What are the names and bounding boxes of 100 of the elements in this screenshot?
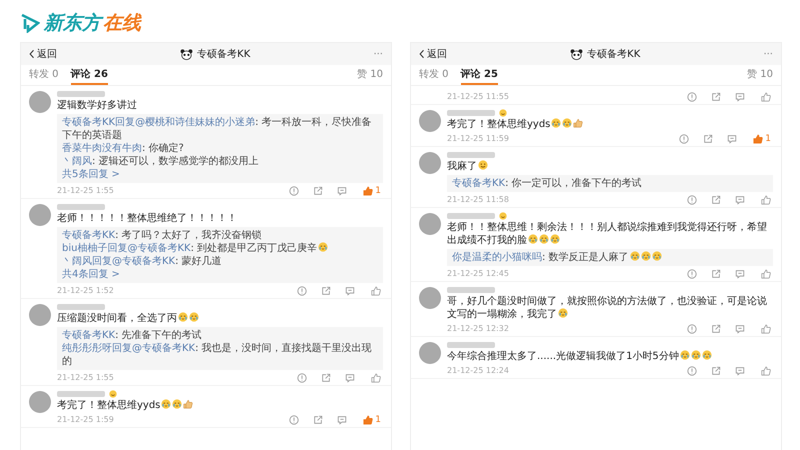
crying-face-icon [630, 251, 640, 261]
avatar [419, 287, 441, 309]
crying-face-icon [558, 308, 568, 318]
comment-icon[interactable] [345, 372, 355, 382]
smile-face-icon [478, 160, 488, 170]
avatar [419, 213, 441, 235]
comment-text: 老师！！！！！整体思维绝了！！！！！ [57, 212, 238, 225]
logo-text: 新东方 [44, 10, 101, 36]
share-icon[interactable] [711, 324, 721, 334]
thumbs-up-icon [573, 118, 584, 128]
share-icon[interactable] [711, 92, 721, 102]
comment-text: 哥，好几个题没时间做了，就按照你说的方法做了，也没验证，可是论说文写的一塌糊涂，我完了 [447, 295, 768, 321]
logo-icon [20, 13, 40, 33]
avatar [29, 91, 51, 113]
back-button[interactable]: 返回 [29, 47, 57, 61]
crying-face-icon [528, 234, 538, 244]
reply-text: 香菜牛肉没有牛肉: 你确定? [62, 142, 185, 155]
comment-text: 逻辑数学好多讲过 [57, 99, 138, 112]
more-button[interactable]: ··· [763, 48, 773, 60]
tab[interactable]: 转发 0 [29, 65, 59, 85]
report-icon[interactable] [297, 372, 307, 382]
comment-icon[interactable] [735, 324, 745, 334]
crying-face-icon [161, 399, 172, 409]
avatar [29, 204, 51, 226]
comment-time: 21-12-25 11:58 [447, 195, 509, 204]
reply-author-link[interactable]: 你是温柔的小猫咪吗 [452, 252, 542, 263]
comment-time: 21-12-25 1:55 [57, 373, 114, 382]
blurred-username [57, 91, 105, 97]
tab[interactable]: 评论 26 [70, 65, 108, 85]
report-icon[interactable] [289, 414, 300, 424]
page-title: 专硕备考KK [197, 48, 250, 61]
reply-author-link[interactable]: 纯彤彤彤呀回复@专硕备考KK [62, 343, 196, 354]
comment-text: 考完了！整体思维yyds [57, 399, 383, 412]
reply-author-link[interactable]: 丶阔风 [62, 156, 92, 167]
share-icon[interactable] [313, 414, 324, 424]
chevron-left-icon [419, 49, 425, 59]
comment-time: 21-12-25 12:45 [447, 269, 509, 278]
reply-text: 纯彤彤彤呀回复@专硕备考KK: 我也是，没时间，直接找题干里没出现的 [62, 342, 373, 368]
share-icon[interactable] [321, 372, 331, 382]
report-icon[interactable] [687, 92, 697, 102]
report-icon[interactable] [679, 134, 690, 144]
comment-icon[interactable] [337, 414, 348, 424]
share-icon[interactable] [711, 194, 721, 204]
crying-face-icon [550, 234, 560, 244]
comment-icon[interactable] [345, 286, 355, 296]
report-icon[interactable] [687, 268, 697, 278]
reply-author-link[interactable]: 丶阔风回复@专硕备考KK [62, 256, 176, 267]
report-icon[interactable] [687, 366, 697, 376]
reply-text: 专硕备考KK: 考了吗？太好了，我齐没奋钢锁 [62, 229, 263, 242]
like-button[interactable]: 1 [751, 132, 773, 146]
report-icon[interactable] [289, 186, 300, 196]
tab[interactable]: 赞 10 [357, 65, 383, 85]
comment-icon[interactable] [735, 194, 745, 204]
reply-author-link[interactable]: 专硕备考KK [62, 230, 116, 241]
crying-face-icon [172, 399, 182, 409]
reply-text: 你是温柔的小猫咪吗: 数学反正是人麻了 [452, 251, 768, 264]
avatar [29, 304, 51, 326]
reply-author-link[interactable]: 专硕备考KK [452, 178, 506, 189]
report-icon[interactable] [687, 194, 697, 204]
comment-icon[interactable] [727, 134, 738, 144]
share-icon[interactable] [313, 186, 324, 196]
comment-time: 21-12-25 11:59 [447, 134, 509, 143]
like-button[interactable]: 1 [361, 184, 383, 198]
reply-author-link[interactable]: 香菜牛肉没有牛肉 [62, 143, 142, 154]
panda-icon [180, 48, 194, 60]
tab[interactable]: 评论 25 [460, 65, 498, 85]
share-icon[interactable] [321, 286, 331, 296]
comment-text: 今年综合推理太多了......光做逻辑我做了1小时5分钟 [447, 350, 773, 363]
share-icon[interactable] [711, 268, 721, 278]
comment-icon[interactable] [735, 268, 745, 278]
reply-author-link[interactable]: 专硕备考KK [62, 330, 116, 341]
comment-icon[interactable] [735, 366, 745, 376]
avatar [419, 342, 441, 364]
more-replies-link[interactable]: 共4条回复 > [62, 269, 120, 280]
logo-text: 在线 [103, 11, 141, 36]
reply-text: 专硕备考KK: 你一定可以，准备下午的考试 [452, 177, 643, 190]
reply-author-link[interactable]: biu柚柚子回复@专硕备考KK [62, 243, 191, 254]
comment-icon[interactable] [735, 92, 745, 102]
share-icon[interactable] [711, 366, 721, 376]
like-button[interactable]: 1 [361, 412, 383, 426]
blurred-username [447, 342, 495, 348]
share-icon[interactable] [703, 134, 714, 144]
comment-text: 老师！！整体思维！剩余法！！！别人都说综推难到我觉得还行呀，希望出成绩不打我的脸 [447, 221, 768, 247]
panda-icon [570, 48, 584, 60]
tab[interactable]: 转发 0 [419, 65, 449, 85]
back-button[interactable]: 返回 [419, 47, 447, 61]
blurred-username [447, 213, 495, 219]
comment-icon[interactable] [337, 186, 348, 196]
more-button[interactable]: ··· [373, 48, 383, 60]
report-icon[interactable] [687, 324, 697, 334]
thumbs-up-icon [183, 399, 194, 409]
reply-author-link[interactable]: 专硕备考KK回复@樱桃和诗佳妹妹的小迷弟 [62, 117, 256, 128]
more-replies-link[interactable]: 共5条回复 > [62, 169, 120, 180]
comment-text: 我麻了 [447, 160, 773, 173]
avatar [29, 391, 51, 413]
avatar [419, 152, 441, 174]
comment-time: 21-12-25 12:32 [447, 324, 509, 333]
tab[interactable]: 赞 10 [747, 65, 773, 85]
report-icon[interactable] [297, 286, 307, 296]
reply-text: 专硕备考KK回复@樱桃和诗佳妹妹的小迷弟: 考一科放一科，尽快准备下午的英语题 [62, 116, 373, 142]
